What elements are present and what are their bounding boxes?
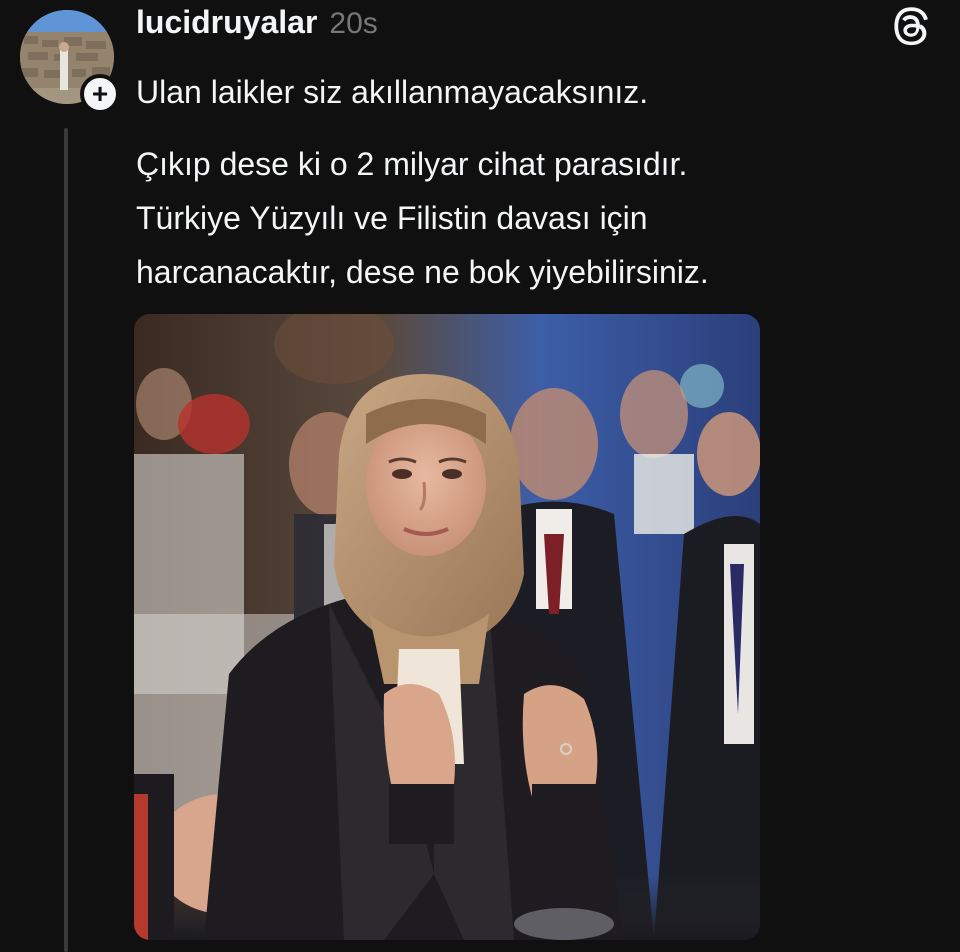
username[interactable]: lucidruyalar [136, 4, 317, 41]
post-text-line-2: Çıkıp dese ki o 2 milyar cihat parasıdır… [136, 146, 688, 182]
post-text-line-1: Ulan laikler siz akıllanmayacaksınız. [136, 74, 649, 110]
post-timestamp: 20s [329, 7, 378, 40]
thread-line [64, 128, 68, 952]
follow-button[interactable]: + [80, 74, 120, 114]
post-text-line-3: Türkiye Yüzyılı ve Filistin davası için [136, 200, 648, 236]
plus-icon: + [91, 78, 109, 109]
post-photo[interactable] [134, 314, 760, 940]
threads-icon[interactable] [890, 4, 936, 50]
post-text-line-4: harcanacaktır, dese ne bok yiyebilirsini… [136, 254, 709, 290]
thread-post: + lucidruyalar 20s Ulan laikler siz akıl… [0, 0, 960, 952]
post-header: lucidruyalar 20s [136, 4, 378, 50]
